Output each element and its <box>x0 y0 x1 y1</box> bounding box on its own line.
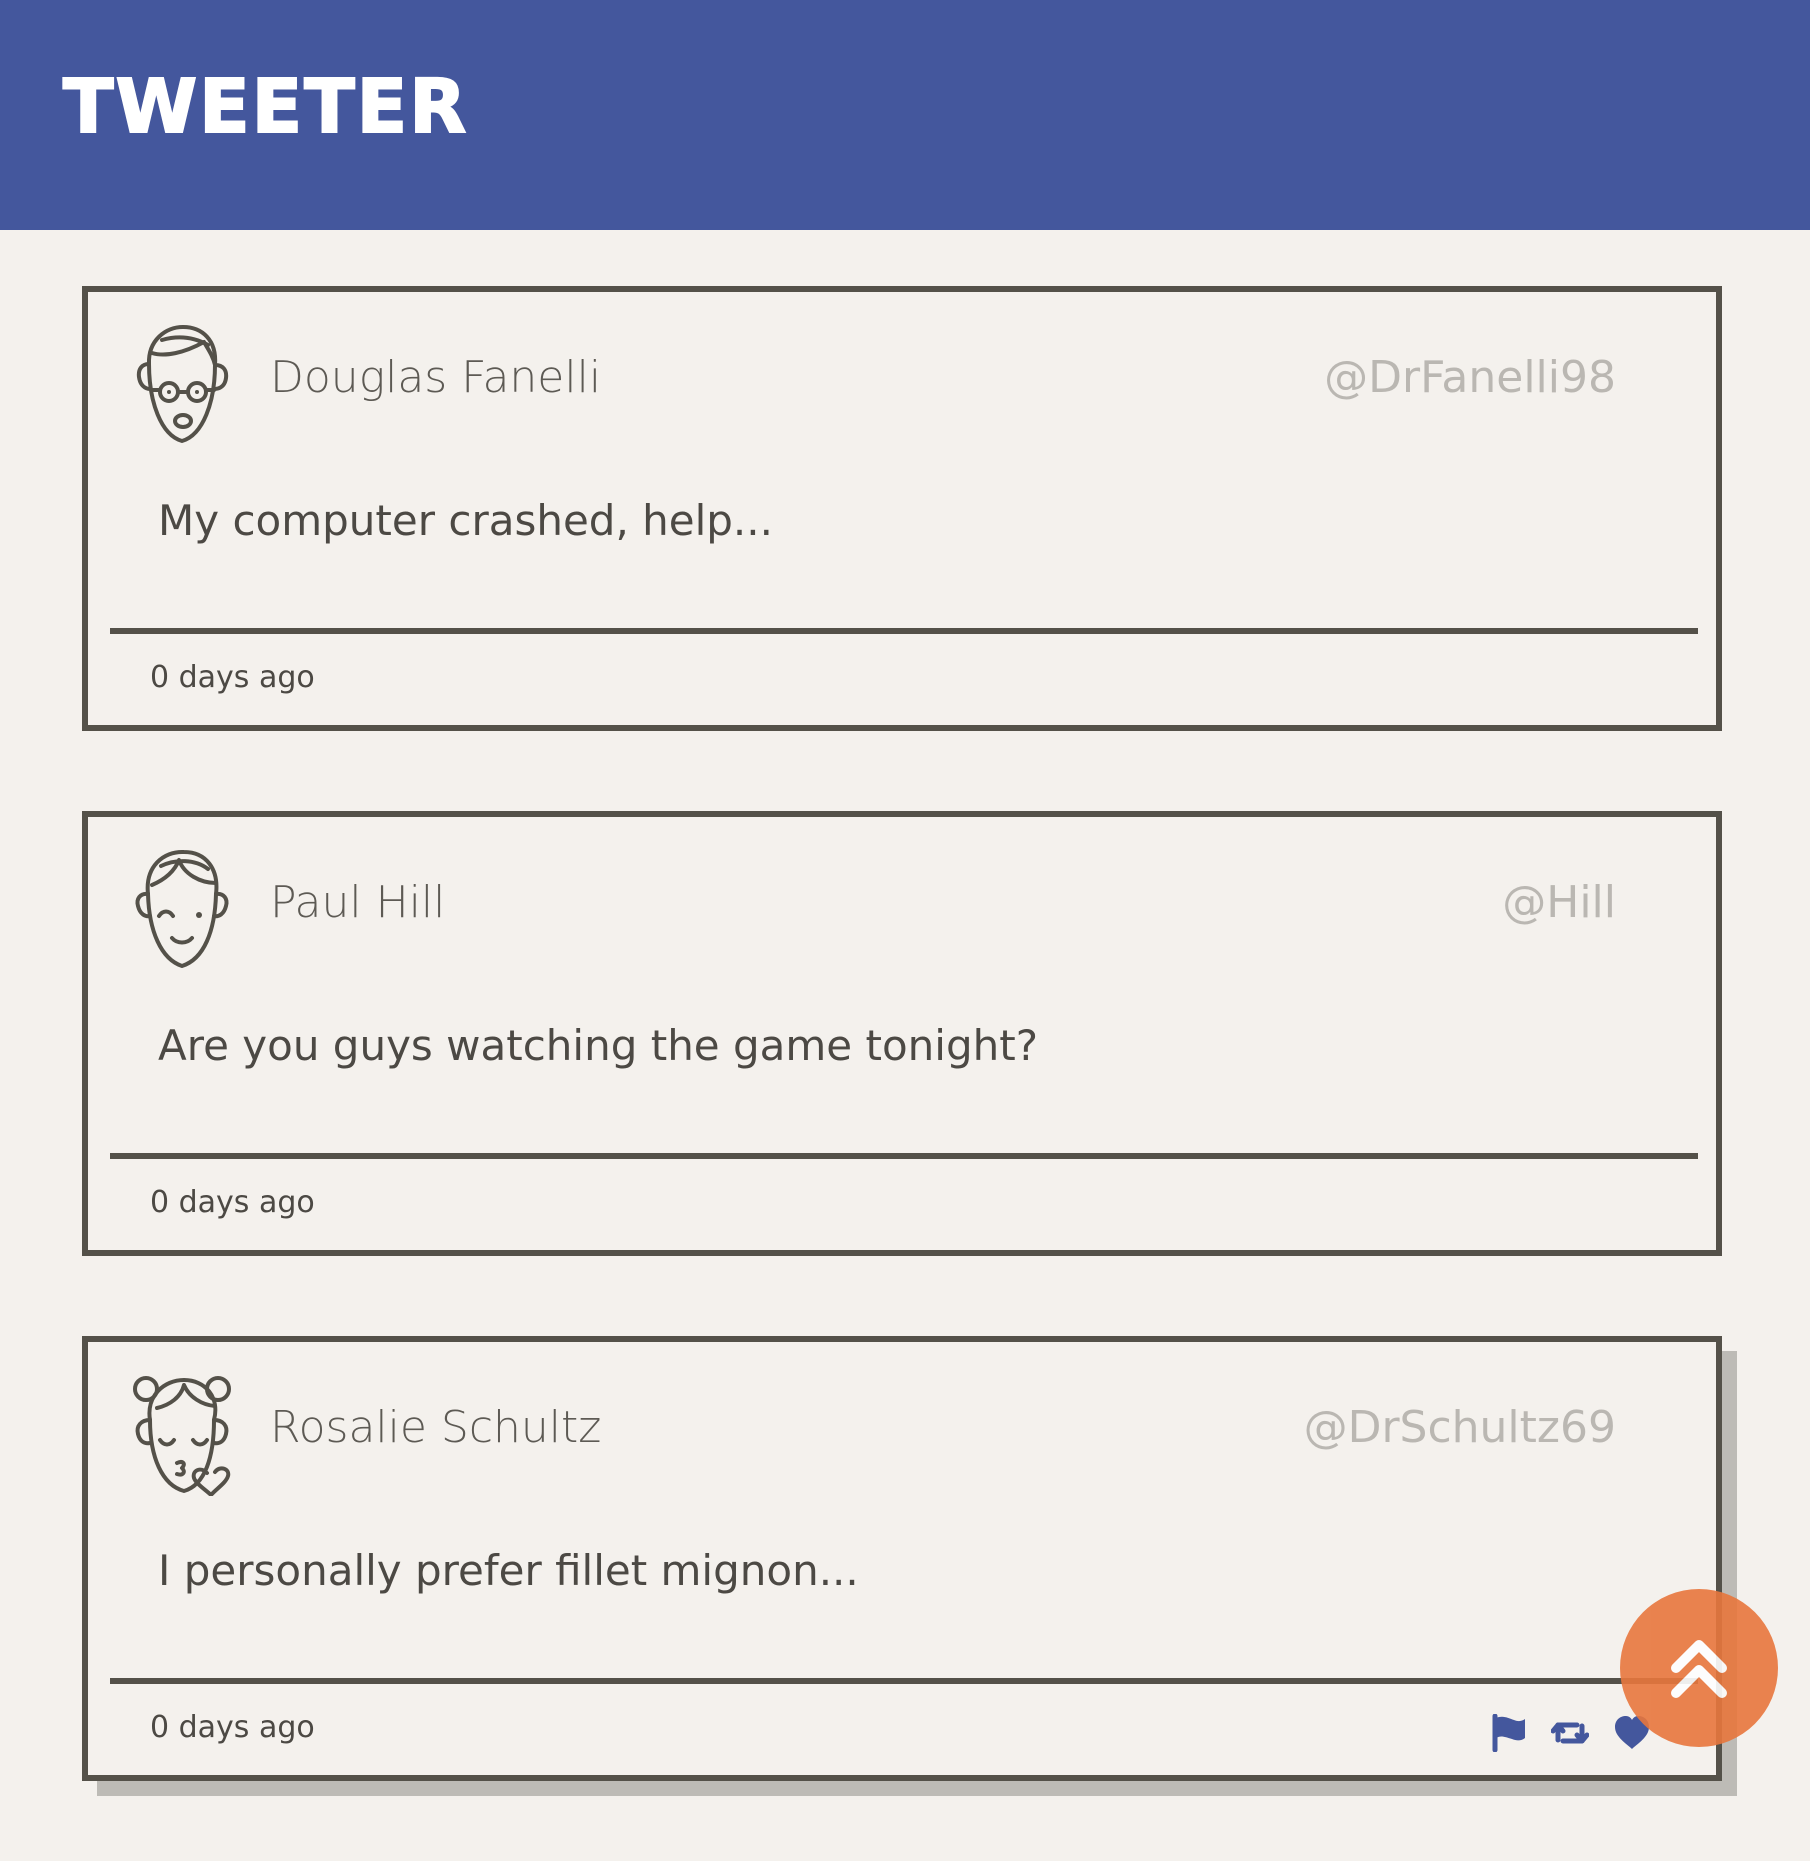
tweet-card: Paul Hill @Hill Are you guys watching th… <box>82 811 1722 1256</box>
user-display-name: Rosalie Schultz <box>270 1402 602 1453</box>
tweet-timestamp: 0 days ago <box>150 1710 315 1745</box>
tweet-card: Douglas Fanelli @DrFanelli98 My computer… <box>82 286 1722 731</box>
user-handle: @DrFanelli98 <box>1324 352 1616 403</box>
flag-icon[interactable] <box>1489 1713 1527 1753</box>
winking-boy-avatar-icon <box>128 847 236 971</box>
tweet-text: I personally prefer fillet mignon... <box>158 1546 859 1595</box>
tweet-feed: Douglas Fanelli @DrFanelli98 My computer… <box>82 286 1722 1861</box>
retweet-icon[interactable] <box>1550 1714 1590 1752</box>
tweet-card: Rosalie Schultz @DrSchultz69 I personall… <box>82 1336 1722 1781</box>
user-handle: @DrSchultz69 <box>1303 1402 1616 1453</box>
user-handle: @Hill <box>1502 877 1616 928</box>
tweet-text: My computer crashed, help... <box>158 496 773 545</box>
tweet-timestamp: 0 days ago <box>150 1185 315 1220</box>
man-with-glasses-avatar-icon <box>128 322 236 446</box>
tweet-text: Are you guys watching the game tonight? <box>158 1021 1038 1070</box>
tweet-actions <box>1489 1713 1651 1753</box>
tweet-divider <box>110 1153 1698 1159</box>
user-display-name: Douglas Fanelli <box>270 352 602 403</box>
app-title: TWEETER <box>62 64 469 150</box>
girl-blowing-kiss-avatar-icon <box>128 1372 236 1497</box>
top-navigation-bar: TWEETER <box>0 0 1810 230</box>
tweet-divider <box>110 628 1698 634</box>
tweet-divider <box>110 1678 1698 1684</box>
user-display-name: Paul Hill <box>270 877 446 928</box>
scroll-to-top-button[interactable] <box>1620 1589 1778 1747</box>
double-chevron-up-icon <box>1671 1640 1727 1698</box>
tweet-timestamp: 0 days ago <box>150 660 315 695</box>
